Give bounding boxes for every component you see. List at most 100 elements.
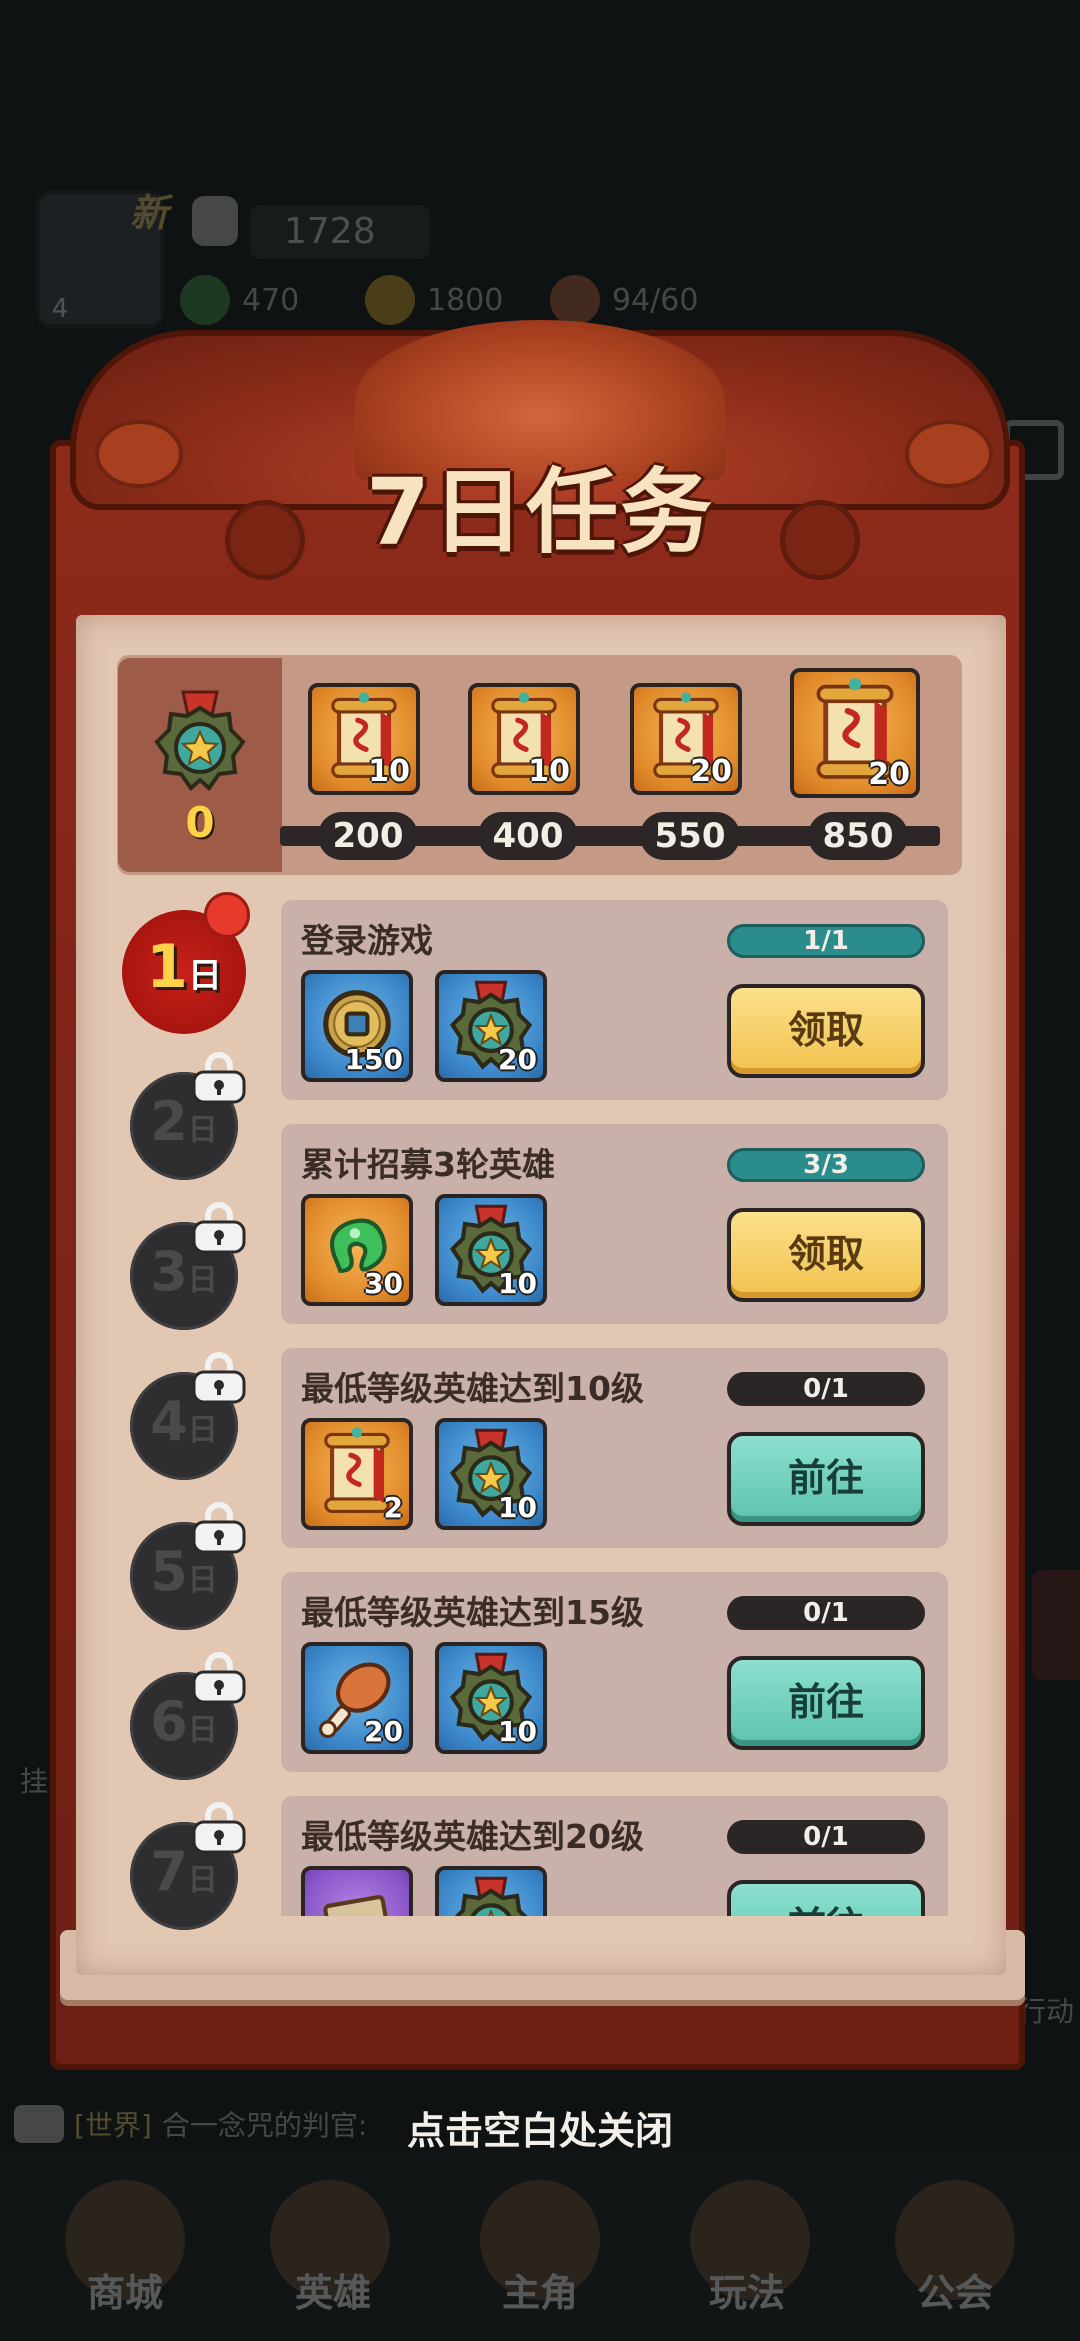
lock-icon [188,1802,250,1856]
task-card: 登录游戏 1/1 150 20 领取 [281,900,948,1100]
task-progress: 0/1 [727,1372,925,1406]
day-tab-5[interactable]: 5日 [130,1502,246,1634]
task-card: 累计招募3轮英雄 3/3 30 10 领取 [281,1124,948,1324]
reward-item[interactable]: 150 [301,970,413,1082]
reward-item[interactable] [301,1866,413,1916]
day-number: 1 [146,932,188,1002]
day-tab-7[interactable]: 7日 [130,1802,246,1934]
milestone-reward[interactable]: 20 [630,683,742,795]
go-to-button[interactable]: 前往 [727,1432,925,1526]
milestone-reward[interactable]: 20 [790,668,920,798]
reward-item[interactable]: 20 [435,970,547,1082]
task-title: 最低等级英雄达到15级 [301,1593,644,1632]
medal-icon [439,1870,543,1916]
reward-quantity: 10 [498,1267,537,1300]
task-title: 最低等级英雄达到10级 [301,1369,644,1408]
new-badge: 新 [130,191,169,235]
reward-quantity: 10 [368,754,410,789]
day-suffix: 日 [187,1713,218,1748]
nav-main-label: 主角 [501,2271,578,2315]
reward-item[interactable]: 2 [301,1418,413,1530]
reward-quantity: 2 [383,1491,403,1524]
day-suffix: 日 [187,1263,218,1298]
milestone-threshold: 400 [478,812,578,860]
resource-gems[interactable]: 470 [180,272,299,328]
day-number: 4 [150,1390,188,1453]
purple-scroll-icon [305,1870,409,1916]
reward-item[interactable]: 10 [435,1642,547,1754]
task-card: 最低等级英雄达到15级 0/1 20 10 前往 [281,1572,948,1772]
player-level: 4 [51,294,69,324]
day-label: 1日 [122,932,246,1002]
reward-item[interactable]: 10 [435,1418,547,1530]
reward-quantity: 10 [528,754,570,789]
reward-quantity: 10 [498,1491,537,1524]
claim-button[interactable]: 领取 [727,984,925,1078]
day-suffix: 日 [187,1563,218,1598]
lock-icon [188,1652,250,1706]
reward-quantity: 20 [498,1043,537,1076]
day-tab-3[interactable]: 3日 [130,1202,246,1334]
current-points: 0 [185,798,215,847]
side-event-icon[interactable] [1032,1570,1080,1680]
day-number: 7 [150,1840,188,1903]
day-tab-4[interactable]: 4日 [130,1352,246,1484]
task-progress: 0/1 [727,1820,925,1854]
milestone-threshold: 550 [640,812,740,860]
go-to-button[interactable]: 前往 [727,1656,925,1750]
day-tab-1[interactable]: 1日 [122,892,250,1034]
lock-icon [188,1352,250,1406]
reward-quantity: 20 [868,757,910,792]
green-gem-icon [180,275,230,325]
task-list[interactable]: 登录游戏 1/1 150 20 领取 累计招募3轮英雄 3/3 30 10 领取 最低等级英雄达到1… [270,900,970,1916]
claim-button[interactable]: 领取 [727,1208,925,1302]
medal-icon [154,690,246,791]
reward-quantity: 20 [690,754,732,789]
coins-value: 1800 [427,282,504,318]
gold-coin-icon [365,275,415,325]
reward-item[interactable] [435,1866,547,1916]
day-suffix: 日 [187,956,222,996]
task-card: 最低等级英雄达到20级 0/1 前往 [281,1796,948,1916]
nav-hero-label: 英雄 [294,2271,371,2315]
lock-icon [188,1202,250,1256]
task-progress: 1/1 [727,924,925,958]
nav-guild-label: 公会 [916,2271,993,2315]
day-suffix: 日 [187,1113,218,1148]
task-card: 最低等级英雄达到10级 0/1 2 10 前往 [281,1348,948,1548]
reward-quantity: 30 [364,1267,403,1300]
reward-item[interactable]: 30 [301,1194,413,1306]
resource-coins[interactable]: 1800 [365,272,503,328]
reward-item[interactable]: 20 [301,1642,413,1754]
gems-value: 470 [242,282,300,318]
day-number: 6 [150,1690,188,1753]
stamina-value: 94/60 [612,282,699,318]
task-progress: 3/3 [727,1148,925,1182]
fist-icon [192,196,238,246]
nav-play-label: 玩法 [708,2271,785,2315]
combat-power: 1728 [250,205,430,259]
drumstick-icon [550,275,600,325]
nav-shop-label: 商城 [86,2271,163,2315]
notification-dot [204,892,250,938]
reward-quantity: 150 [344,1043,403,1076]
panel-title: 7日任务 [365,459,714,566]
milestone-threshold: 850 [808,812,908,860]
close-hint[interactable]: 点击空白处关闭 [0,2100,1080,2155]
reward-quantity: 20 [364,1715,403,1748]
day-tab-2[interactable]: 2日 [130,1052,246,1184]
reward-item[interactable]: 10 [435,1194,547,1306]
resource-stamina[interactable]: 94/60 [550,272,698,328]
day-number: 3 [150,1240,188,1303]
task-title: 累计招募3轮英雄 [301,1145,555,1184]
side-right-label: 行动 [1017,1995,1074,2028]
milestone-reward[interactable]: 10 [308,683,420,795]
day-tab-6[interactable]: 6日 [130,1652,246,1784]
day-number: 2 [150,1090,188,1153]
day-suffix: 日 [187,1413,218,1448]
go-to-button[interactable]: 前往 [727,1880,925,1916]
side-left-label: 挂 [20,1765,49,1798]
task-title: 最低等级英雄达到20级 [301,1817,644,1856]
task-progress: 0/1 [727,1596,925,1630]
milestone-reward[interactable]: 10 [468,683,580,795]
